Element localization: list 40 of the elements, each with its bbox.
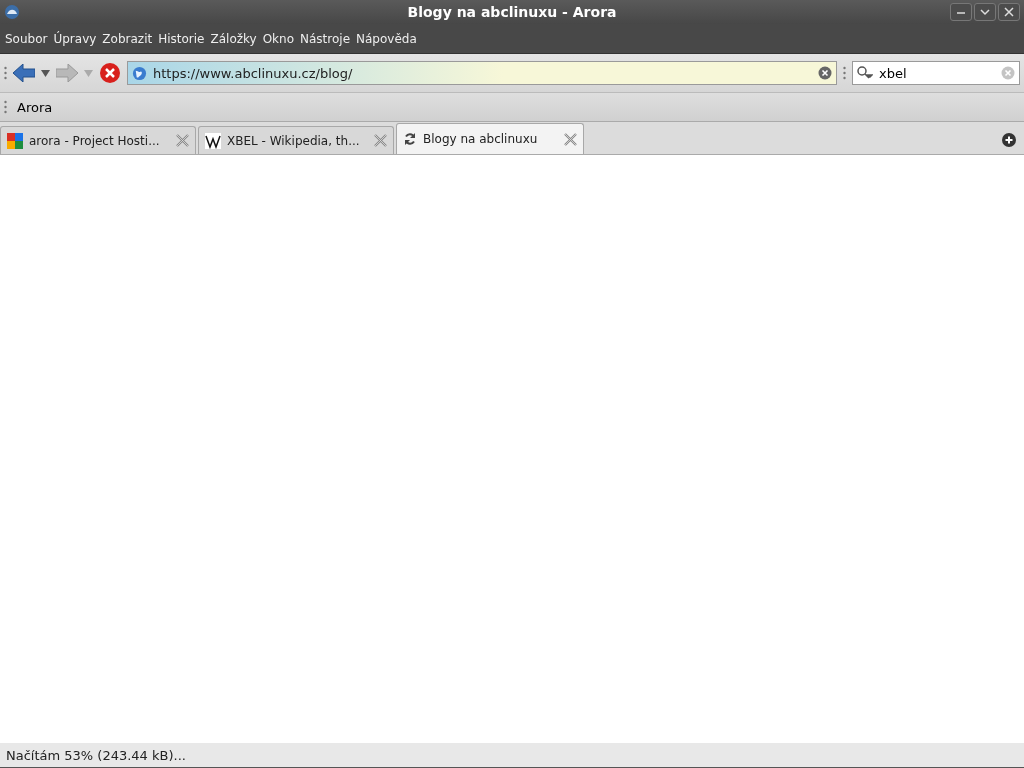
globe-icon [132, 65, 147, 81]
maximize-button[interactable] [974, 3, 996, 21]
close-tab-icon[interactable] [564, 132, 577, 146]
close-button[interactable] [998, 3, 1020, 21]
grip-icon[interactable] [4, 100, 7, 114]
close-icon [1004, 7, 1014, 17]
minimize-button[interactable] [950, 3, 972, 21]
menu-item[interactable]: Nástroje [297, 31, 353, 46]
menu-item[interactable]: Úpravy [50, 31, 100, 46]
close-tab-icon[interactable] [176, 134, 189, 147]
grip-icon[interactable] [843, 66, 846, 80]
wikipedia-w-icon [205, 132, 221, 149]
menu-item[interactable]: Soubor [2, 31, 51, 46]
app-logo-icon [4, 4, 20, 20]
caret-icon[interactable] [41, 69, 50, 77]
tab[interactable]: Blogy na abclinuxu [396, 123, 584, 154]
reload-icon [403, 132, 417, 146]
status-text: Načítám 53% (243.44 kB)... [6, 747, 186, 763]
menu-item[interactable]: Záložky [207, 31, 260, 46]
back-button[interactable] [13, 64, 35, 82]
chevron-down-icon [980, 7, 990, 17]
menu-item[interactable]: Zobrazit [99, 31, 156, 46]
menu-item[interactable]: Okno [259, 31, 297, 46]
menu-item[interactable]: Historie [155, 31, 208, 46]
stop-button[interactable] [99, 62, 121, 84]
clear-icon[interactable] [818, 66, 832, 80]
tab[interactable]: arora - Project Hosti... [0, 126, 196, 154]
search-text: xbel [879, 65, 908, 81]
grip-icon[interactable] [4, 66, 7, 80]
address-field[interactable]: https://www.abclinuxu.cz/blog/ [127, 61, 837, 85]
bookmark-item[interactable]: Arora [15, 99, 55, 115]
window-title: Blogy na abclinuxu - Arora [406, 4, 618, 20]
search-icon [857, 66, 873, 80]
menu-item[interactable]: Nápověda [353, 31, 420, 46]
favicon-icon [7, 132, 23, 149]
close-tab-icon[interactable] [374, 134, 387, 147]
search-field[interactable]: xbel [852, 61, 1020, 85]
url-text: https://www.abclinuxu.cz/blog/ [153, 65, 354, 81]
new-tab-icon[interactable] [1002, 133, 1016, 147]
tab[interactable]: XBEL - Wikipedia, th... [198, 126, 394, 154]
